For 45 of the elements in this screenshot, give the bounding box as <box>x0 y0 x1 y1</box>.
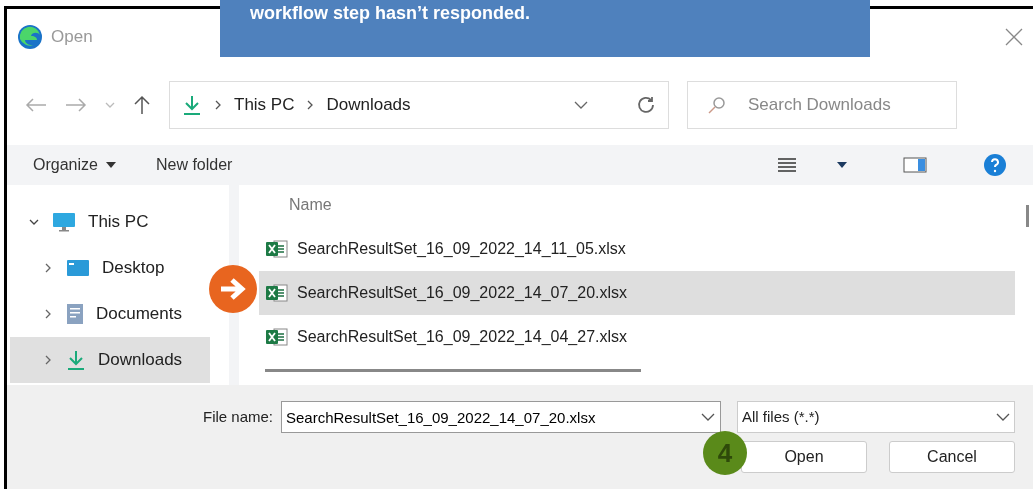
nav-item[interactable]: This PC <box>10 199 210 245</box>
spreadsheet-file-icon <box>265 327 289 347</box>
search-field[interactable]: Search Downloads <box>687 81 957 129</box>
preview-pane-icon[interactable] <box>903 157 927 173</box>
open-button[interactable]: Open <box>741 441 867 473</box>
address-bar[interactable]: This PC Downloads <box>169 81 669 129</box>
chevron-down-icon[interactable] <box>574 100 588 110</box>
up-arrow-icon[interactable] <box>133 95 151 115</box>
window-title: Open <box>51 26 93 49</box>
close-icon[interactable] <box>1005 28 1023 46</box>
column-header[interactable]: Name <box>289 193 1033 227</box>
chevron-right-icon <box>306 100 315 110</box>
file-row[interactable]: SearchResultSet_16_09_2022_14_11_05.xlsx <box>259 227 1015 271</box>
organize-button[interactable]: Organize <box>33 153 116 177</box>
desktop-icon <box>66 259 90 277</box>
nav-item[interactable]: Downloads <box>10 337 210 383</box>
cancel-button[interactable]: Cancel <box>889 441 1015 473</box>
help-icon[interactable] <box>983 153 1007 177</box>
monitor-icon <box>52 212 76 232</box>
document-icon <box>66 303 84 325</box>
new-folder-button[interactable]: New folder <box>155 153 233 177</box>
chevron-down-icon[interactable] <box>701 412 715 422</box>
arrow-right-icon <box>218 277 248 301</box>
callout-text: workflow step hasn’t responded. <box>250 2 531 24</box>
field-label: File name: <box>202 406 273 427</box>
file-row[interactable]: SearchResultSet_16_09_2022_14_07_20.xlsx <box>259 271 1015 315</box>
spreadsheet-file-icon <box>265 283 289 303</box>
file-name-field[interactable]: SearchResultSet_16_09_2022_14_07_20.xlsx <box>281 401 721 433</box>
search-icon <box>707 95 727 115</box>
view-list-icon[interactable] <box>777 157 797 173</box>
file-row[interactable]: SearchResultSet_16_09_2022_14_04_27.xlsx <box>259 315 1015 359</box>
caret-icon[interactable] <box>837 162 847 168</box>
spreadsheet-file-icon <box>265 239 289 259</box>
download-icon <box>182 94 202 116</box>
file-type-dropdown[interactable]: All files (*.*) <box>737 401 1015 433</box>
refresh-icon[interactable] <box>636 95 656 115</box>
breadcrumb-item[interactable]: Downloads <box>326 92 411 118</box>
nav-item[interactable]: Documents <box>10 291 210 337</box>
download-icon <box>66 349 86 371</box>
breadcrumb-item[interactable]: This PC <box>234 92 295 118</box>
browser-logo-icon <box>17 24 43 50</box>
chevron-right-icon <box>214 100 222 110</box>
nav-item[interactable]: Desktop <box>10 245 210 291</box>
caret-icon <box>105 162 116 168</box>
chevron-down-icon <box>996 412 1010 422</box>
